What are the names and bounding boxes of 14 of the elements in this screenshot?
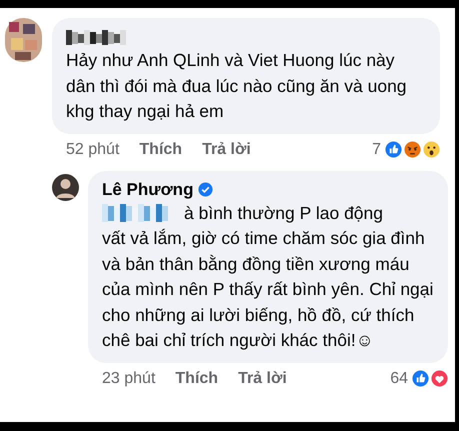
- avatar[interactable]: [52, 174, 79, 200]
- like-link[interactable]: Thích: [139, 140, 182, 158]
- comment-text: Hảy như Anh QLinh và Viet Huong lúc này dân thì đói mà đua lúc nào cũng ăn và uong khg thay ngại hả em: [66, 49, 408, 123]
- author-name[interactable]: Lê Phương: [102, 180, 194, 200]
- reply-link[interactable]: Trả lời: [202, 140, 251, 158]
- comment-time: 52 phút: [66, 140, 120, 158]
- reaction-count: 7: [372, 140, 381, 158]
- reply-link[interactable]: Trả lời: [238, 370, 287, 388]
- comment-text: vất vả lắm, giờ có time chăm sóc gia đình và bản thân bằng đồng tiền xương máu của mình nên P thấy rất bình yên. Chỉ ngại cho những ai lười biếng, hồ đồ, cứ thích chê bai chỉ trích người khác thôi!☺: [102, 227, 434, 352]
- like-link[interactable]: Thích: [175, 370, 218, 388]
- comment-text: à bình thường P lao động: [184, 202, 383, 225]
- avatar[interactable]: [5, 18, 42, 62]
- reaction-count: 64: [390, 370, 408, 388]
- comment-time: 23 phút: [102, 370, 156, 388]
